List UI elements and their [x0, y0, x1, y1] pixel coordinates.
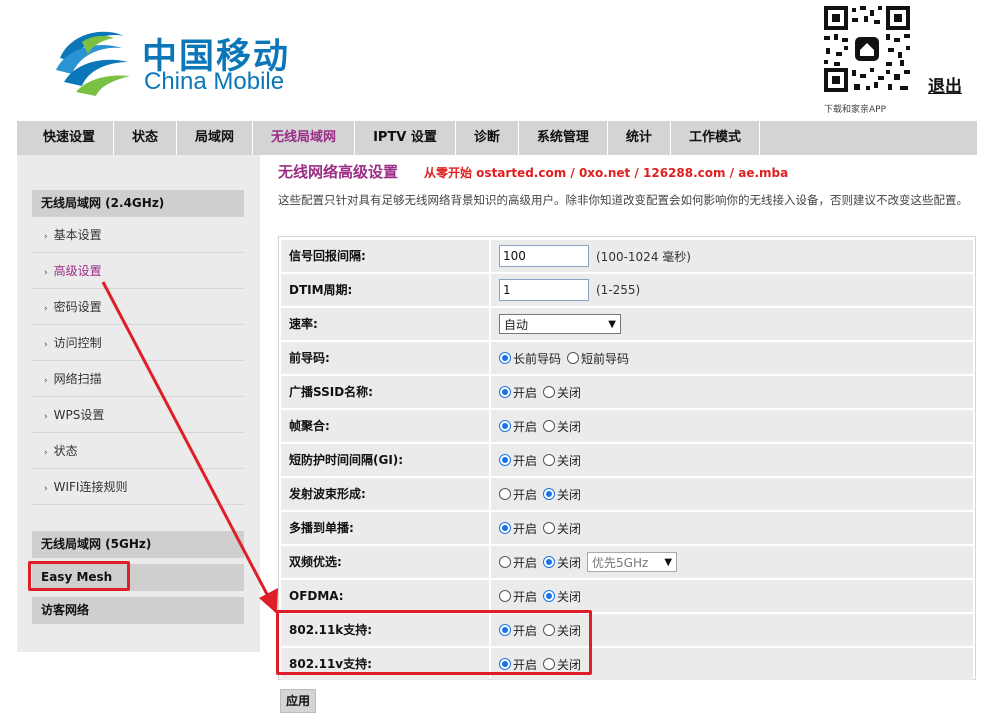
field-label: 短防护时间间隔(GI):	[281, 444, 489, 476]
bullet-icon: ›	[44, 448, 48, 458]
field-hint: (100-1024 毫秒)	[596, 249, 691, 264]
watermark-text: 从零开始 ostarted.com / 0xo.net / 126288.com…	[424, 166, 789, 180]
nav-wlan[interactable]: 无线局域网	[253, 121, 356, 155]
ssid-broadcast-off-radio[interactable]: 关闭	[543, 384, 581, 401]
highlight-easy-mesh	[28, 561, 130, 591]
short-gi-off-radio[interactable]: 关闭	[543, 452, 581, 469]
row-ofdma: OFDMA: 开启 关闭	[281, 580, 973, 612]
field-label: 发射波束形成:	[281, 478, 489, 510]
row-ssid-broadcast: 广播SSID名称: 开启 关闭	[281, 376, 973, 408]
preamble-short-radio[interactable]: 短前导码	[567, 350, 629, 367]
mcast-to-ucast-on-radio[interactable]: 开启	[499, 520, 537, 537]
bullet-icon: ›	[44, 376, 48, 386]
sidebar-group-wlan-24g[interactable]: 无线局域网 (2.4GHz)	[32, 190, 244, 217]
sidebar-item-wifi-rules[interactable]: › WIFI连接规则	[32, 469, 244, 505]
sidebar-item-basic[interactable]: › 基本设置	[32, 217, 244, 253]
sidebar-item-password[interactable]: › 密码设置	[32, 289, 244, 325]
field-label: 信号回报间隔:	[281, 240, 489, 272]
sidebar-item-label: 基本设置	[53, 228, 102, 242]
sidebar-item-label: WIFI连接规则	[53, 480, 128, 494]
bullet-icon: ›	[44, 484, 48, 494]
china-mobile-logo: 中国移动 China Mobile	[52, 22, 302, 102]
row-preamble: 前导码: 长前导码 短前导码	[281, 342, 973, 374]
field-label: 速率:	[281, 308, 489, 340]
band-preference-value: 优先5GHz	[592, 555, 649, 570]
nav-statistics[interactable]: 统计	[608, 121, 671, 155]
field-label: 双频优选:	[281, 546, 489, 578]
row-aggregation: 帧聚合: 开启 关闭	[281, 410, 973, 442]
ssid-broadcast-on-radio[interactable]: 开启	[499, 384, 537, 401]
bullet-icon: ›	[44, 304, 48, 314]
ofdma-off-radio[interactable]: 关闭	[543, 588, 581, 605]
field-label: OFDMA:	[281, 580, 489, 612]
page-description: 这些配置只针对具有足够无线网络背景知识的高级用户。除非你知道改变配置会如何影响你…	[278, 193, 968, 207]
beamforming-on-radio[interactable]: 开启	[499, 486, 537, 503]
sidebar-group-guest[interactable]: 访客网络	[32, 597, 244, 624]
nav-quick-setup[interactable]: 快速设置	[25, 121, 115, 155]
sidebar-group-wlan-5g[interactable]: 无线局域网 (5GHz)	[32, 531, 244, 558]
beamforming-off-radio[interactable]: 关闭	[543, 486, 581, 503]
highlight-80211kv	[276, 610, 592, 675]
sidebar-item-label: 访问控制	[53, 336, 102, 350]
field-label: 广播SSID名称:	[281, 376, 489, 408]
sidebar-item-access-control[interactable]: › 访问控制	[32, 325, 244, 361]
nav-diagnostics[interactable]: 诊断	[456, 121, 519, 155]
aggregation-on-radio[interactable]: 开启	[499, 418, 537, 435]
qr-caption: 下载和家亲APP	[824, 105, 887, 115]
sidebar-item-label: 网络扫描	[53, 372, 102, 386]
rate-select-value: 自动	[504, 317, 529, 332]
sidebar-item-label: 状态	[53, 444, 78, 458]
field-hint: (1-255)	[596, 283, 641, 297]
row-beamforming: 发射波束形成: 开启 关闭	[281, 478, 973, 510]
band-preference-select[interactable]: 优先5GHz ▼	[587, 552, 678, 572]
chevron-down-icon: ▼	[608, 318, 616, 330]
nav-work-mode[interactable]: 工作模式	[671, 121, 760, 155]
ofdma-on-radio[interactable]: 开启	[499, 588, 537, 605]
row-short-gi: 短防护时间间隔(GI): 开启 关闭	[281, 444, 973, 476]
chevron-down-icon: ▼	[664, 556, 673, 568]
dtim-input[interactable]	[499, 279, 589, 301]
row-dtim: DTIM周期: (1-255)	[281, 274, 973, 306]
brand-name-en: China Mobile	[144, 68, 285, 95]
nav-status[interactable]: 状态	[114, 121, 178, 155]
field-label: 帧聚合:	[281, 410, 489, 442]
nav-iptv[interactable]: IPTV 设置	[355, 121, 456, 155]
preamble-long-radio[interactable]: 长前导码	[499, 350, 561, 367]
band-steering-off-radio[interactable]: 关闭	[543, 554, 581, 571]
field-label: 多播到单播:	[281, 512, 489, 544]
row-rate: 速率: 自动 ▼	[281, 308, 973, 340]
mcast-to-ucast-off-radio[interactable]: 关闭	[543, 520, 581, 537]
page-title: 无线网络高级设置	[278, 163, 399, 181]
sidebar-item-scan[interactable]: › 网络扫描	[32, 361, 244, 397]
row-band-steering: 双频优选: 开启 关闭 优先5GHz ▼	[281, 546, 973, 578]
qr-code-icon	[822, 4, 912, 94]
top-nav: 快速设置 状态 局域网 无线局域网 IPTV 设置 诊断 系统管理 统计 工作模…	[17, 121, 977, 155]
apply-button[interactable]: 应用	[280, 689, 316, 713]
sidebar-item-status[interactable]: › 状态	[32, 433, 244, 469]
nav-system[interactable]: 系统管理	[519, 121, 608, 155]
aggregation-off-radio[interactable]: 关闭	[543, 418, 581, 435]
sidebar-item-label: WPS设置	[53, 408, 105, 422]
sidebar-item-label: 密码设置	[53, 300, 102, 314]
short-gi-on-radio[interactable]: 开启	[499, 452, 537, 469]
bullet-icon: ›	[44, 412, 48, 422]
bullet-icon: ›	[44, 268, 48, 278]
row-beacon-interval: 信号回报间隔: (100-1024 毫秒)	[281, 240, 973, 272]
nav-lan[interactable]: 局域网	[177, 121, 254, 155]
bullet-icon: ›	[44, 232, 48, 242]
field-label: 前导码:	[281, 342, 489, 374]
band-steering-on-radio[interactable]: 开启	[499, 554, 537, 571]
row-mcast-to-ucast: 多播到单播: 开启 关闭	[281, 512, 973, 544]
logout-link[interactable]: 退出	[928, 72, 962, 97]
china-mobile-swirl-icon	[56, 31, 130, 96]
field-label: DTIM周期:	[281, 274, 489, 306]
beacon-interval-input[interactable]	[499, 245, 589, 267]
sidebar-item-advanced[interactable]: › 高级设置	[32, 253, 244, 289]
sidebar-item-label: 高级设置	[53, 264, 102, 278]
rate-select[interactable]: 自动 ▼	[499, 314, 621, 334]
sidebar-item-wps[interactable]: › WPS设置	[32, 397, 244, 433]
bullet-icon: ›	[44, 340, 48, 350]
